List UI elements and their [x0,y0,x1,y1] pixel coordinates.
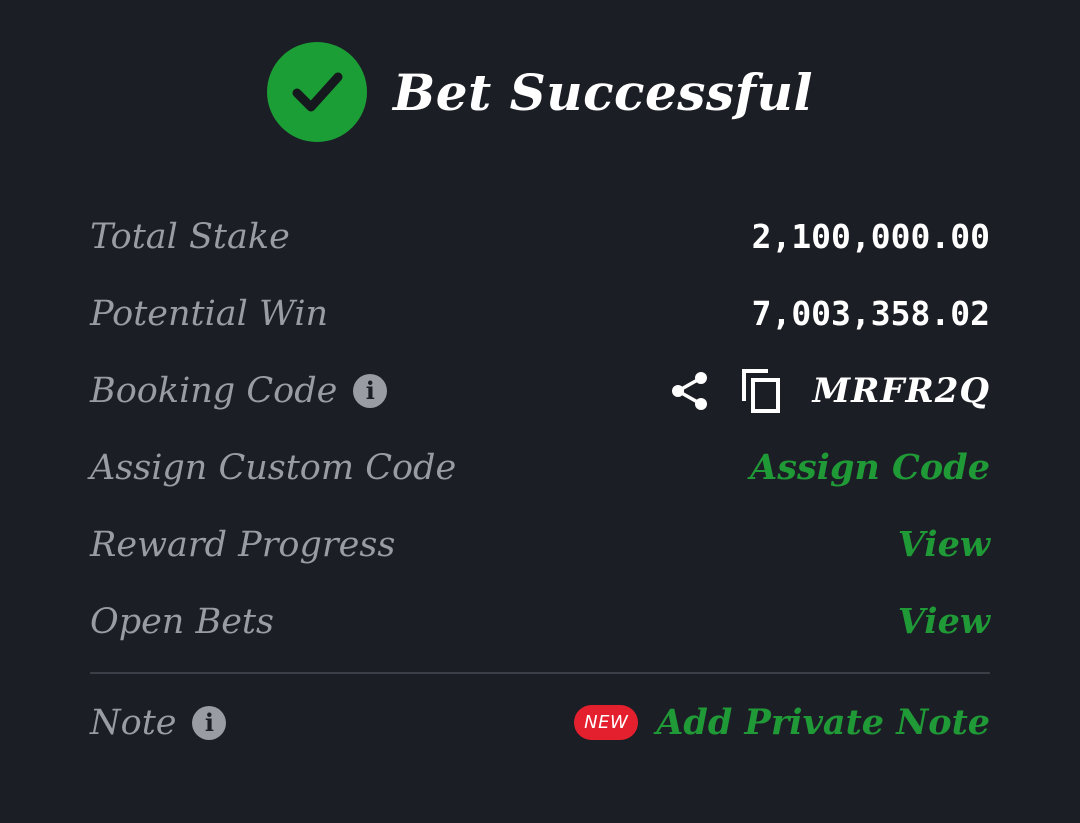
reward-progress-view-link[interactable]: View [898,524,990,565]
potential-win-value: 7,003,358.02 [751,294,990,333]
potential-win-label: Potential Win [90,293,329,334]
booking-code-actions: MRFR2Q [668,367,990,415]
reward-progress-label: Reward Progress [90,524,396,565]
potential-win-row: Potential Win 7,003,358.02 [90,275,990,352]
total-stake-row: Total Stake 2,100,000.00 [90,198,990,275]
booking-code-label: Booking Code [90,370,338,411]
open-bets-view-link[interactable]: View [898,601,990,642]
total-stake-label: Total Stake [90,216,290,257]
note-label-group: Note i [90,702,227,743]
page-title: Bet Successful [393,62,813,122]
note-row: Note i NEW Add Private Note [90,684,990,761]
share-icon[interactable] [668,369,712,413]
assign-custom-code-row: Assign Custom Code Assign Code [90,429,990,506]
assign-custom-code-label: Assign Custom Code [90,447,457,488]
copy-icon[interactable] [740,367,784,415]
note-label: Note [90,702,177,743]
new-badge: NEW [574,705,639,740]
reward-progress-row: Reward Progress View [90,506,990,583]
open-bets-row: Open Bets View [90,583,990,660]
add-private-note-link[interactable]: Add Private Note [656,702,990,743]
booking-code-row: Booking Code i MRFR2Q [90,352,990,429]
assign-code-link[interactable]: Assign Code [750,447,990,488]
info-icon[interactable]: i [353,373,388,408]
note-actions: NEW Add Private Note [574,702,990,743]
note-info-icon[interactable]: i [192,705,227,740]
header: Bet Successful [0,40,1080,144]
check-circle-icon [267,42,368,142]
open-bets-label: Open Bets [90,601,274,642]
divider [90,672,990,674]
total-stake-value: 2,100,000.00 [751,217,990,256]
booking-code-value: MRFR2Q [812,370,990,411]
bet-details: Total Stake 2,100,000.00 Potential Win 7… [90,198,990,761]
booking-code-label-group: Booking Code i [90,370,388,411]
